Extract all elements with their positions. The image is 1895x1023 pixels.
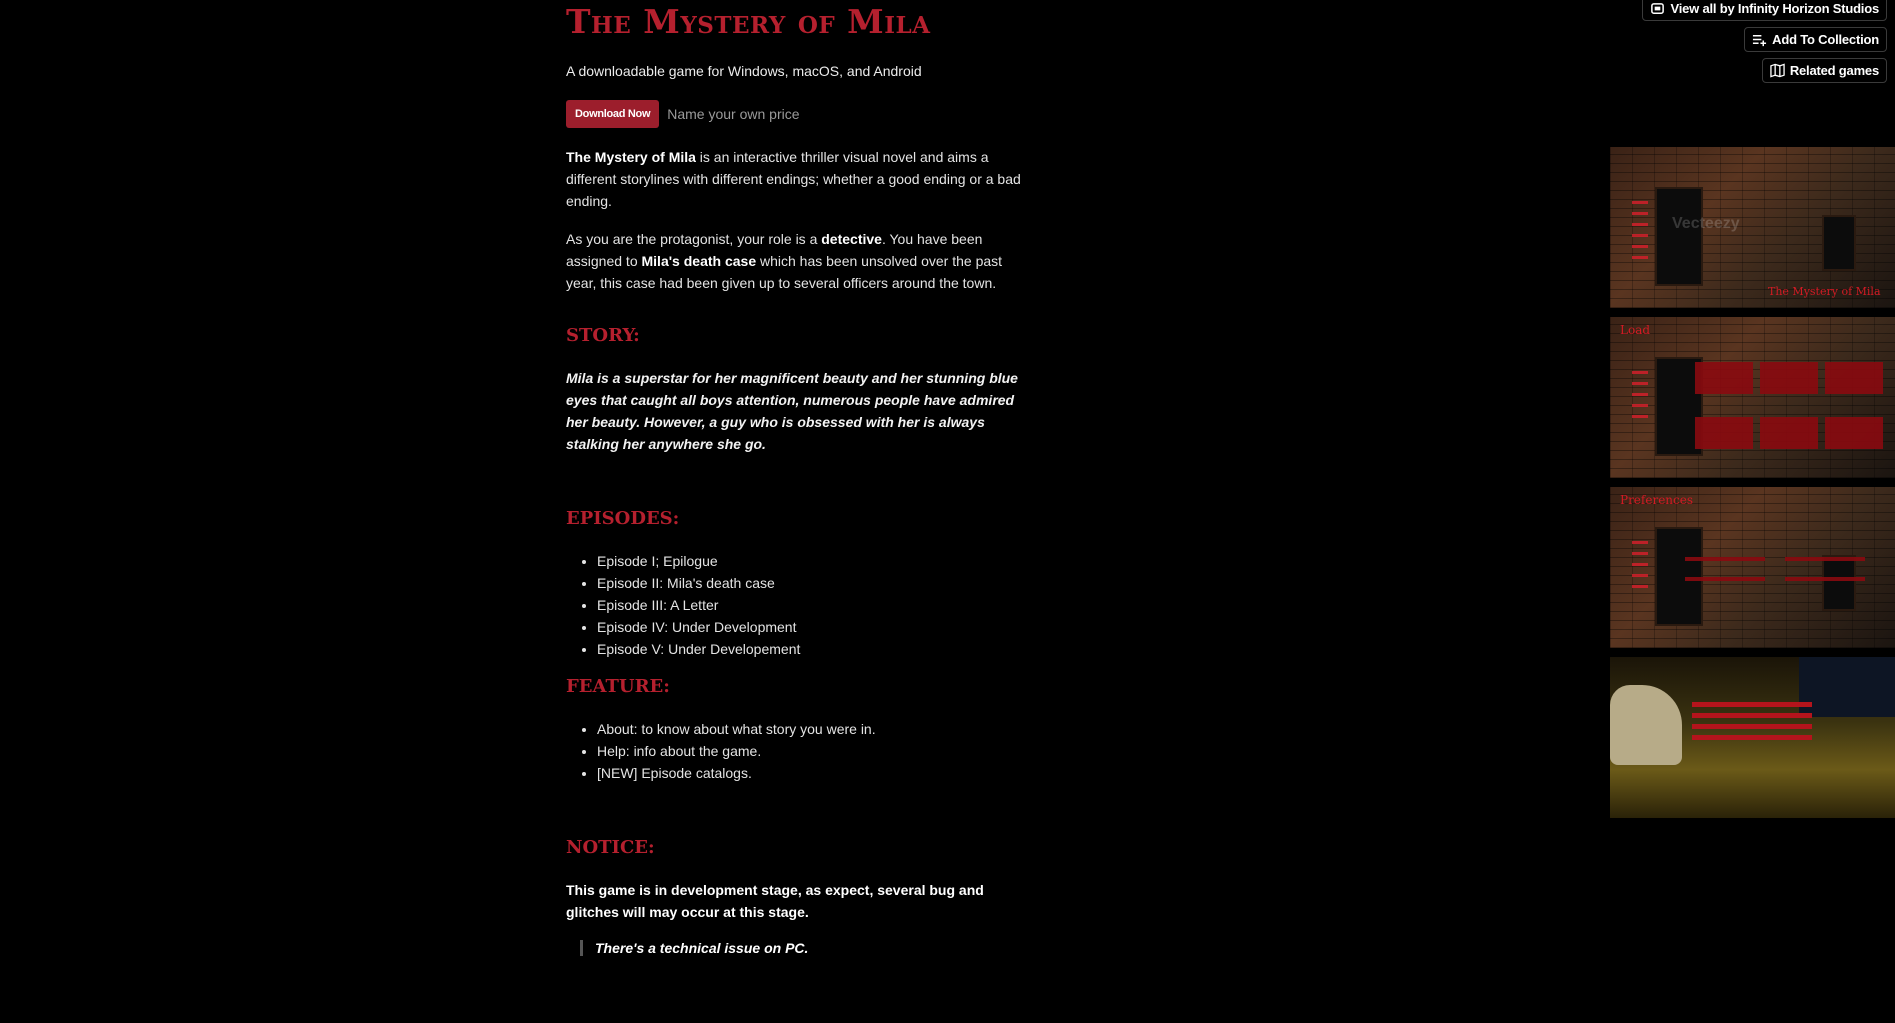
intro-paragraph-1: The Mystery of Mila is an interactive th… (566, 146, 1034, 212)
episodes-heading: EPISODES: (566, 508, 680, 529)
intro-detective: detective (821, 231, 882, 247)
download-now-button[interactable]: Download Now (566, 100, 660, 128)
list-item: [NEW] Episode catalogs. (597, 762, 876, 784)
save-slot (1825, 417, 1883, 449)
save-slot (1825, 362, 1883, 394)
save-slot (1760, 417, 1818, 449)
save-slot (1695, 362, 1753, 394)
preference-bar (1685, 557, 1765, 561)
episodes-list: Episode I; Epilogue Episode II: Mila's d… (566, 550, 800, 660)
list-item: Episode II: Mila's death case (597, 572, 800, 594)
view-all-button[interactable]: View all by Infinity Horizon Studios (1642, 0, 1887, 21)
preference-bar (1785, 557, 1865, 561)
screenshot-preferences[interactable]: Preferences (1610, 487, 1895, 648)
screenshot-main-menu[interactable]: Vecteezy The Mystery of Mila (1610, 147, 1895, 308)
story-text: Mila is a superstar for her magnificent … (566, 370, 1018, 452)
menu-options (1632, 371, 1648, 426)
top-actions: View all by Infinity Horizon Studios Add… (1642, 0, 1887, 83)
related-games-label: Related games (1789, 63, 1879, 78)
notice-text: This game is in development stage, as ex… (566, 882, 984, 920)
screenshot-caption: Preferences (1620, 493, 1694, 507)
watermark: Vecteezy (1672, 215, 1740, 232)
platform-subtitle: A downloadable game for Windows, macOS, … (566, 63, 922, 79)
screenshot-load[interactable]: Load (1610, 317, 1895, 478)
window (1822, 555, 1856, 611)
story-heading: STORY: (566, 325, 640, 346)
feature-heading: FEATURE: (566, 676, 670, 697)
list-item: Episode I; Epilogue (597, 550, 800, 572)
add-to-collection-label: Add To Collection (1772, 32, 1879, 47)
list-item: Episode V: Under Developement (597, 638, 800, 660)
page-title: The Mystery of Mila (566, 2, 931, 41)
preference-bar (1785, 577, 1865, 581)
view-all-label: View all by Infinity Horizon Studios (1670, 1, 1879, 16)
list-item: About: to know about what story you were… (597, 718, 876, 740)
car (1610, 685, 1682, 765)
buy-row: Download Now Name your own price (566, 100, 800, 128)
screenshot-caption: The Mystery of Mila (1768, 285, 1881, 298)
feature-list: About: to know about what story you were… (566, 718, 876, 784)
map-icon (1770, 63, 1785, 78)
dialogue-bar (1692, 702, 1812, 707)
notice-heading: NOTICE: (566, 837, 655, 858)
intro-death-case: Mila's death case (641, 253, 757, 269)
notice-quote: There's a technical issue on PC. (580, 940, 808, 956)
intro-paragraph-2: As you are the protagonist, your role is… (566, 228, 1034, 294)
description: The Mystery of Mila is an interactive th… (566, 146, 1034, 310)
playlist-add-icon (1753, 35, 1767, 47)
screenshot-street[interactable] (1610, 657, 1895, 818)
dialogue-bar (1692, 713, 1812, 718)
intro-text-2a: As you are the protagonist, your role is… (566, 231, 822, 247)
price-hint: Name your own price (667, 106, 800, 122)
dialogue-bar (1692, 724, 1812, 729)
brick-wall (1610, 317, 1895, 478)
itchio-icon (1651, 3, 1665, 14)
menu-options (1632, 541, 1648, 596)
save-slot (1695, 417, 1753, 449)
dialogue-bar (1692, 735, 1812, 740)
menu-options (1632, 201, 1648, 267)
window (1655, 187, 1703, 286)
night-sky (1799, 657, 1895, 717)
screenshot-caption: Load (1620, 323, 1651, 337)
list-item: Episode IV: Under Development (597, 616, 800, 638)
add-to-collection-button[interactable]: Add To Collection (1744, 27, 1887, 52)
list-item: Help: info about the game. (597, 740, 876, 762)
save-slot (1760, 362, 1818, 394)
related-games-button[interactable]: Related games (1761, 58, 1887, 83)
window (1822, 215, 1856, 271)
screenshots: Vecteezy The Mystery of Mila Load Prefer… (1610, 147, 1895, 827)
list-item: Episode III: A Letter (597, 594, 800, 616)
intro-game-name: The Mystery of Mila (566, 149, 696, 165)
preference-bar (1685, 577, 1765, 581)
